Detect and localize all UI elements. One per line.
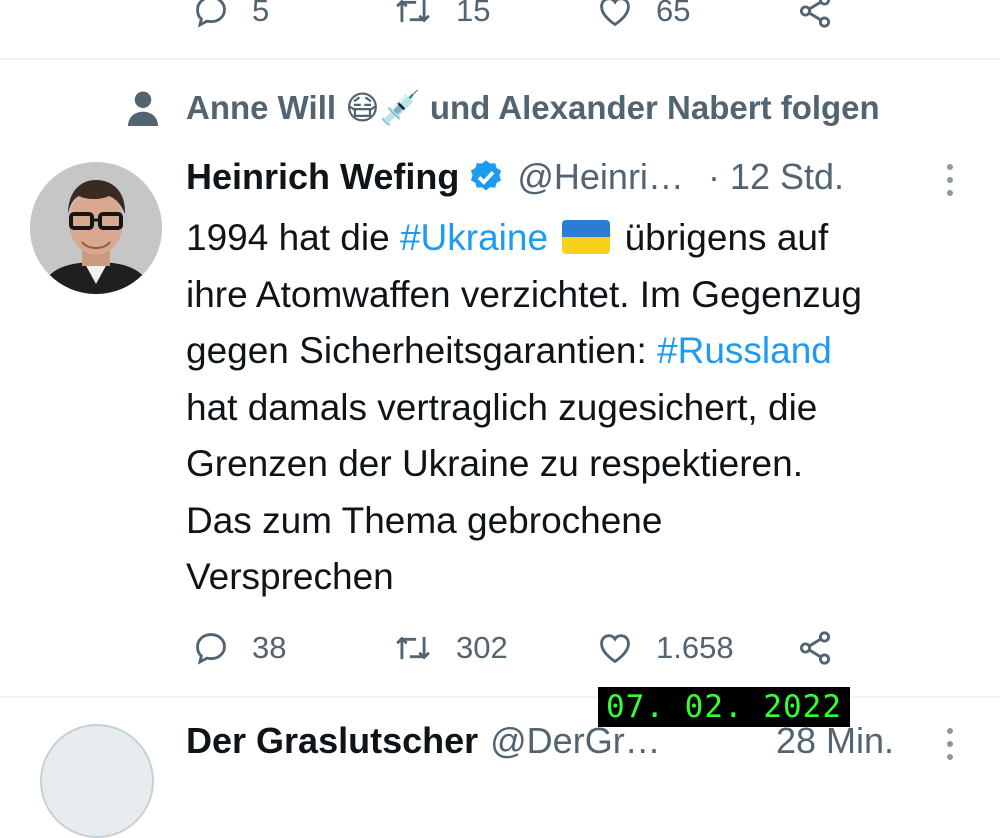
tweet-text-line: ihre Atomwaffen verzichtet. Im Gegenzug	[186, 273, 862, 315]
share-button[interactable]	[796, 629, 834, 667]
hashtag-link[interactable]: #Russland	[657, 330, 832, 371]
like-icon	[600, 0, 630, 27]
like-button[interactable]: 65	[596, 0, 690, 30]
text-segment: übrigens auf	[614, 217, 829, 258]
share-button[interactable]	[796, 0, 834, 30]
next-tweet-header: Der Graslutscher @DerGr…	[186, 720, 661, 762]
retweet-count: 302	[456, 630, 508, 665]
reply-button[interactable]: 5	[192, 0, 269, 30]
reply-count: 38	[252, 630, 287, 665]
tweet-divider	[0, 696, 1000, 698]
avatar-photo	[30, 162, 162, 294]
share-icon	[799, 631, 831, 665]
hashtag-link[interactable]: #Ukraine	[400, 217, 548, 258]
text-segment: gegen Sicherheitsgarantien:	[186, 330, 658, 371]
avatar[interactable]	[30, 162, 162, 294]
ukraine-flag-emoji	[562, 220, 611, 255]
like-count: 1.658	[656, 630, 734, 665]
tweet-text-line: Versprechen	[186, 556, 394, 597]
tweet-header: Heinrich Wefing @Heinri… · 12 Std.	[186, 156, 844, 198]
like-button[interactable]: 1.658	[596, 629, 734, 667]
retweet-button[interactable]: 15	[392, 0, 490, 30]
reply-icon	[196, 633, 226, 665]
social-context-text: Anne Will 😷💉 und Alexander Nabert folgen	[186, 89, 880, 126]
more-options-icon[interactable]	[947, 164, 953, 196]
social-context: Anne Will 😷💉 und Alexander Nabert folgen	[128, 88, 880, 128]
person-icon	[128, 91, 158, 126]
tweet-timestamp[interactable]: · 12 Std.	[708, 156, 844, 198]
next-tweet-avatar[interactable]	[40, 724, 154, 838]
tweet-text-line: Das zum Thema gebrochene	[186, 499, 663, 541]
tweet-divider	[0, 58, 1000, 60]
date-stamp: 07. 02. 2022	[598, 687, 850, 727]
author-handle[interactable]: @Heinri…	[517, 156, 684, 198]
next-author-name[interactable]: Der Graslutscher	[186, 720, 478, 761]
like-icon	[600, 634, 630, 664]
retweet-button[interactable]: 302	[392, 629, 508, 667]
reply-count: 5	[252, 0, 270, 28]
like-count: 65	[656, 0, 691, 28]
retweet-icon	[396, 636, 430, 660]
text-segment: 1994 hat die	[186, 217, 400, 258]
retweet-icon	[396, 0, 430, 23]
tweet-text-line: hat damals vertraglich zugesichert, die	[186, 386, 818, 428]
reply-icon	[196, 0, 226, 28]
tweet-text-line: gegen Sicherheitsgarantien: #Russland	[186, 323, 986, 380]
tweet-text-line: 1994 hat die #Ukraine übrigens auf	[186, 210, 986, 267]
retweet-count: 15	[456, 0, 491, 28]
tweet-text-line: Grenzen der Ukraine zu respektieren.	[186, 443, 803, 484]
tweet-text: 1994 hat die #Ukraine übrigens auf ihre …	[186, 210, 986, 606]
share-icon	[799, 0, 831, 28]
verified-badge-icon	[471, 160, 502, 191]
author-name[interactable]: Heinrich Wefing	[186, 156, 459, 198]
more-options-icon[interactable]	[947, 728, 953, 760]
reply-button[interactable]: 38	[192, 629, 286, 667]
